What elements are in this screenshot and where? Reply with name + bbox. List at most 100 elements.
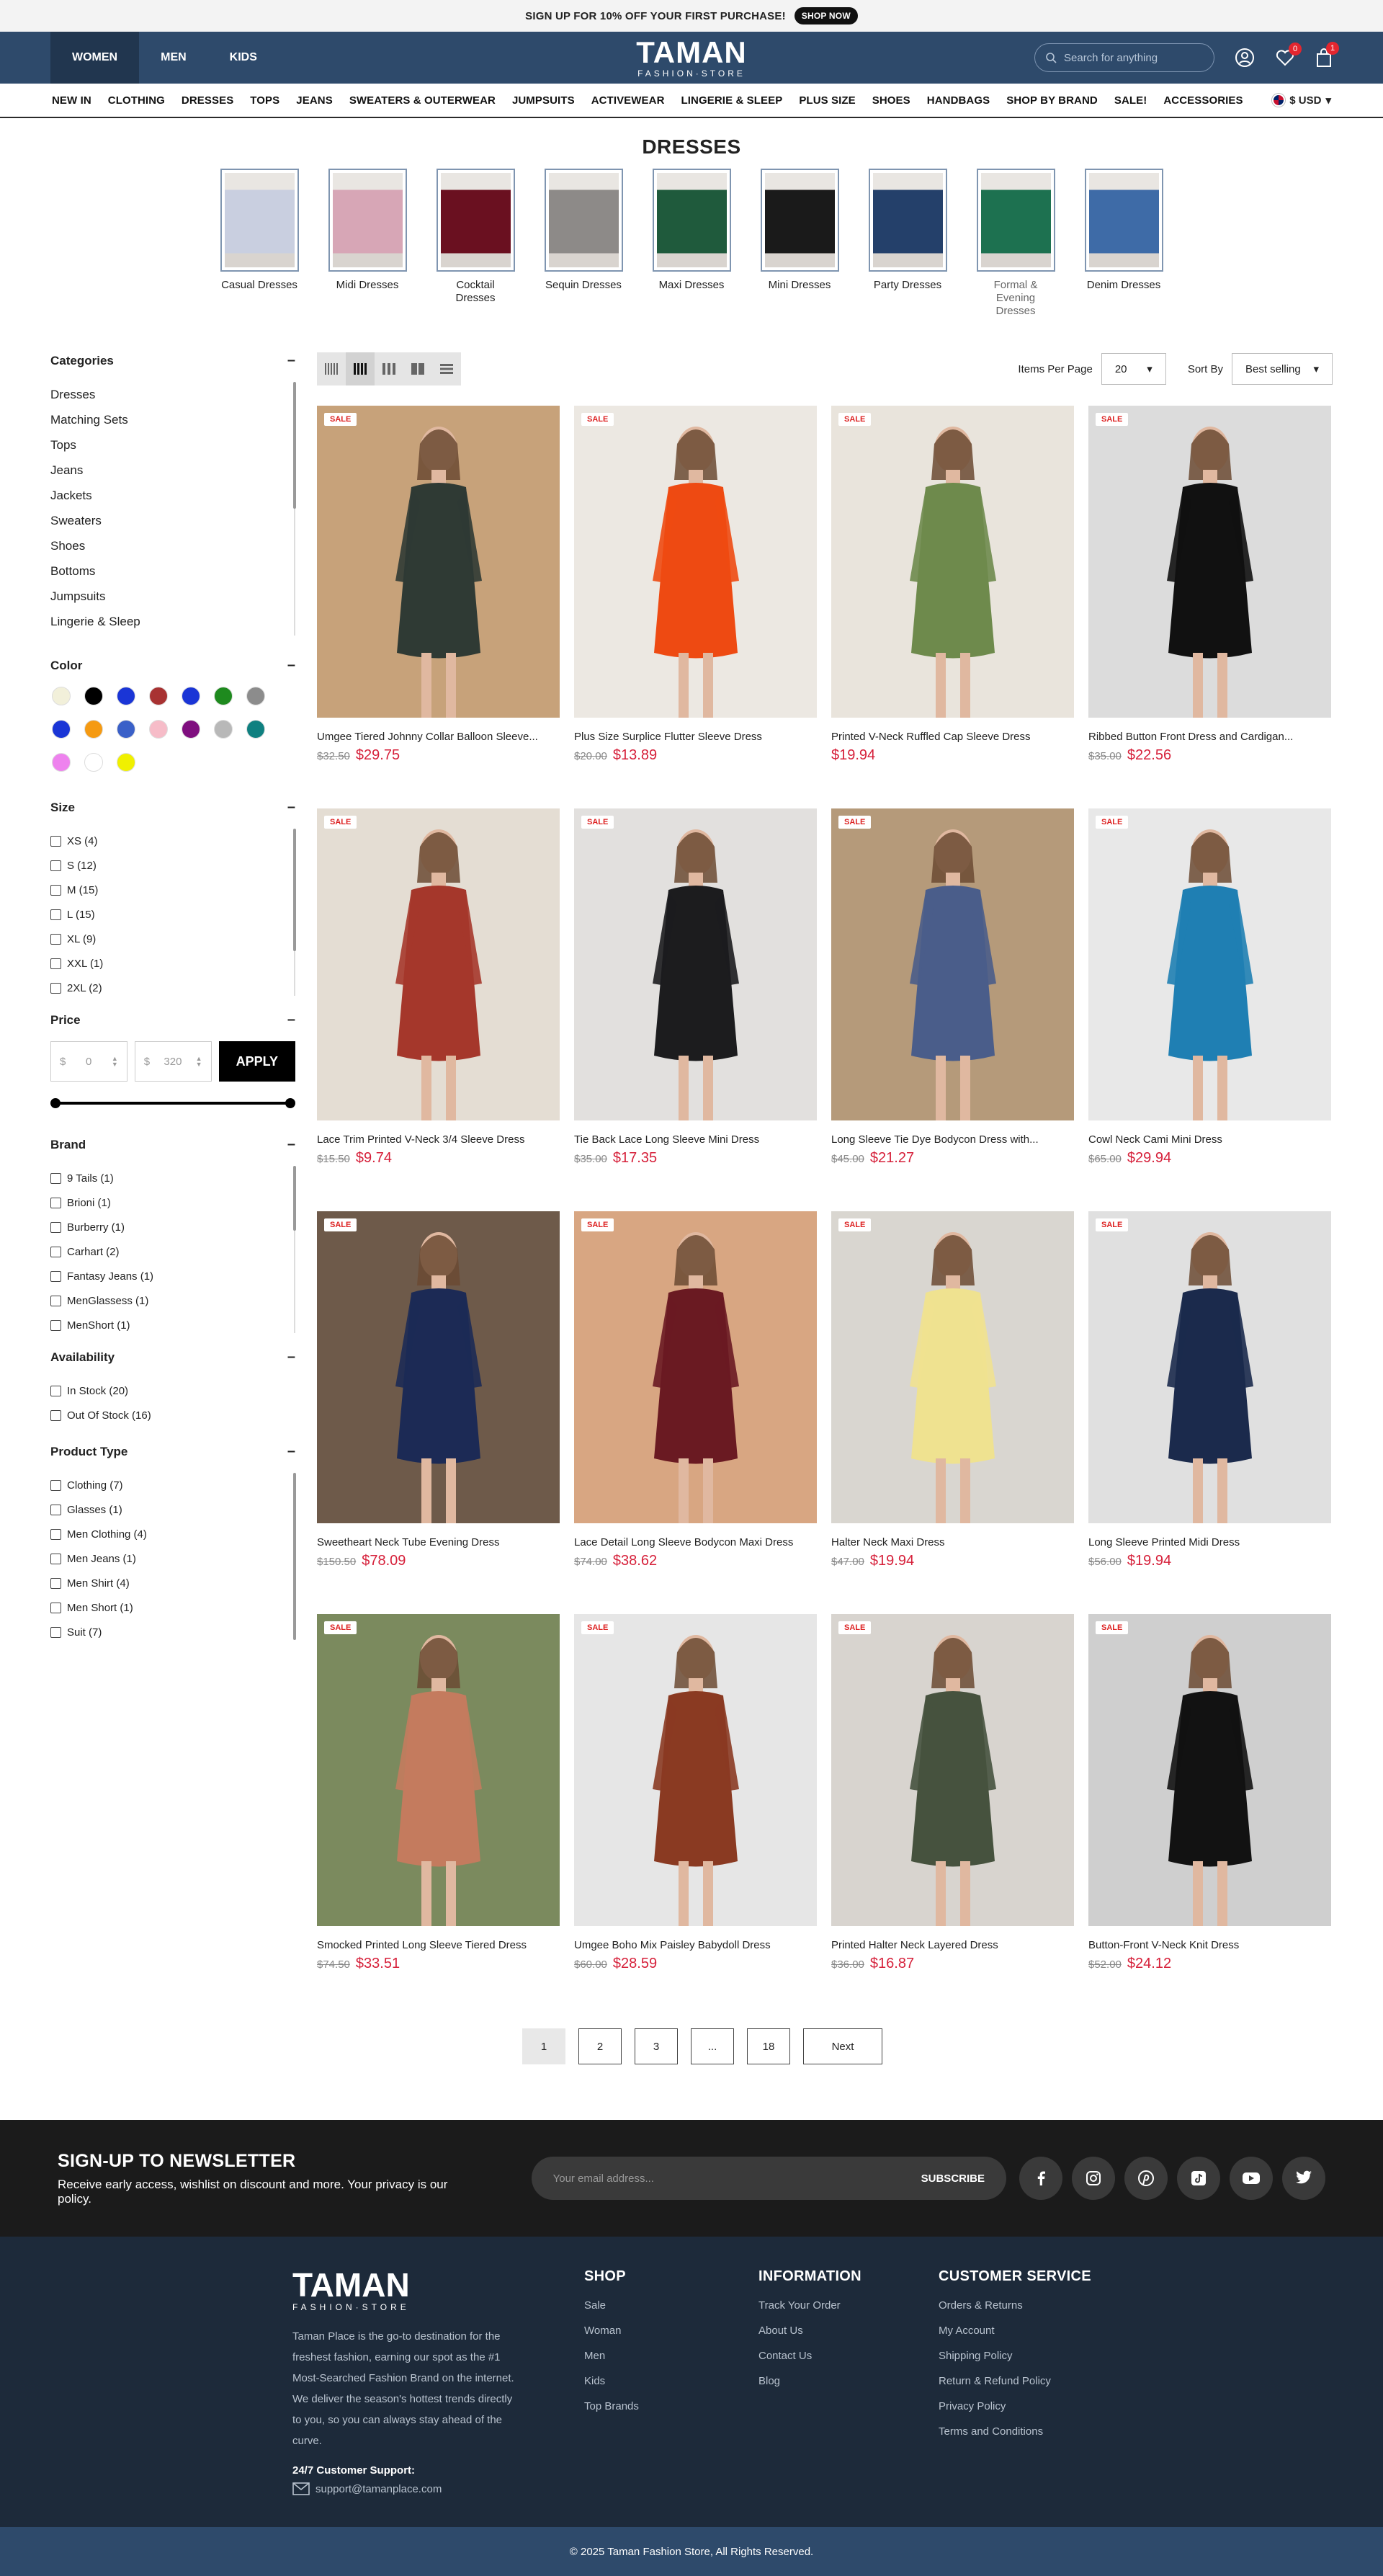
category-filter-item[interactable]: Matching Sets <box>50 407 294 432</box>
category-filter-item[interactable]: Bottoms <box>50 558 294 584</box>
page-2-button[interactable]: 2 <box>578 2028 622 2064</box>
brand-option[interactable]: MenGlassess (1) <box>50 1288 294 1313</box>
twitter-icon[interactable] <box>1282 2157 1325 2200</box>
page-3-button[interactable]: 3 <box>635 2028 678 2064</box>
nav-item[interactable]: NEW IN <box>52 94 91 107</box>
facebook-icon[interactable] <box>1019 2157 1062 2200</box>
category-thumbnail[interactable] <box>328 169 407 272</box>
product-card[interactable]: SALE Printed V-Neck Ruffled Cap Sleeve Dr… <box>831 406 1074 764</box>
checkbox[interactable] <box>50 1626 61 1638</box>
nav-item[interactable]: SWEATERS & OUTERWEAR <box>349 94 496 107</box>
category-card[interactable]: Sequin Dresses <box>544 169 623 318</box>
nav-item[interactable]: LINGERIE & SLEEP <box>681 94 783 107</box>
product-card[interactable]: SALE Long Sleeve Tie Dye Bodycon Dress wi… <box>831 808 1074 1167</box>
product-image[interactable]: SALE <box>574 406 817 718</box>
product-card[interactable]: SALE Umgee Tiered Johnny Collar Balloon S… <box>317 406 560 764</box>
product-card[interactable]: SALE Cowl Neck Cami Mini Dress $65.00 $29.9… <box>1088 808 1331 1167</box>
product-image[interactable]: SALE <box>1088 808 1331 1120</box>
footer-link[interactable]: Contact Us <box>758 2350 939 2362</box>
size-option[interactable]: S (12) <box>50 853 294 878</box>
next-page-button[interactable]: Next <box>803 2028 882 2064</box>
support-email-link[interactable]: support@tamanplace.com <box>292 2482 584 2495</box>
tab-kids[interactable]: KIDS <box>208 32 279 84</box>
checkbox[interactable] <box>50 1385 61 1396</box>
color-swatch[interactable] <box>117 687 135 705</box>
product-name[interactable]: Printed Halter Neck Layered Dress <box>831 1939 1074 1951</box>
product-image[interactable]: SALE <box>574 1211 817 1523</box>
category-thumbnail[interactable] <box>436 169 515 272</box>
product-card[interactable]: SALE Long Sleeve Printed Midi Dress $56.00… <box>1088 1211 1331 1569</box>
category-card[interactable]: Formal & Evening Dresses <box>976 169 1055 318</box>
product-image[interactable]: SALE <box>317 1614 560 1926</box>
color-swatch[interactable] <box>214 687 233 705</box>
color-swatch[interactable] <box>117 720 135 739</box>
product-card[interactable]: SALE Printed Halter Neck Layered Dress $36… <box>831 1614 1074 1972</box>
category-filter-item[interactable]: Sweaters <box>50 508 294 533</box>
color-swatch[interactable] <box>52 687 71 705</box>
product-image[interactable]: SALE <box>317 1211 560 1523</box>
brand-option[interactable]: Brioni (1) <box>50 1190 294 1215</box>
size-option[interactable]: L (15) <box>50 902 294 927</box>
nav-item[interactable]: TOPS <box>250 94 279 107</box>
category-thumbnail[interactable] <box>220 169 299 272</box>
color-swatch[interactable] <box>246 687 265 705</box>
checkbox[interactable] <box>50 1504 61 1515</box>
category-card[interactable]: Midi Dresses <box>328 169 407 318</box>
product-name[interactable]: Lace Trim Printed V-Neck 3/4 Sleeve Dres… <box>317 1133 560 1146</box>
product-name[interactable]: Printed V-Neck Ruffled Cap Sleeve Dress <box>831 731 1074 743</box>
checkbox[interactable] <box>50 1246 61 1257</box>
footer-link[interactable]: Blog <box>758 2375 939 2387</box>
product-name[interactable]: Sweetheart Neck Tube Evening Dress <box>317 1536 560 1548</box>
product-image[interactable]: SALE <box>1088 406 1331 718</box>
checkbox[interactable] <box>50 835 61 847</box>
color-swatch[interactable] <box>149 720 168 739</box>
product-type-option[interactable]: Clothing (7) <box>50 1473 294 1497</box>
color-swatch[interactable] <box>182 720 200 739</box>
product-card[interactable]: SALE Ribbed Button Front Dress and Cardig… <box>1088 406 1331 764</box>
page-18-button[interactable]: 18 <box>747 2028 790 2064</box>
size-option[interactable]: XL (9) <box>50 927 294 951</box>
checkbox[interactable] <box>50 1319 61 1331</box>
product-card[interactable]: SALE Sweetheart Neck Tube Evening Dress $1… <box>317 1211 560 1569</box>
product-name[interactable]: Plus Size Surplice Flutter Sleeve Dress <box>574 731 817 743</box>
scrollbar-thumb[interactable] <box>293 1166 296 1231</box>
availability-option[interactable]: Out Of Stock (16) <box>50 1403 295 1427</box>
cart-icon[interactable]: 1 <box>1315 42 1339 68</box>
footer-link[interactable]: Return & Refund Policy <box>939 2375 1119 2387</box>
footer-link[interactable]: Terms and Conditions <box>939 2425 1119 2438</box>
checkbox[interactable] <box>50 884 61 896</box>
product-name[interactable]: Tie Back Lace Long Sleeve Mini Dress <box>574 1133 817 1146</box>
collapse-icon[interactable]: – <box>287 657 295 674</box>
nav-item[interactable]: PLUS SIZE <box>799 94 855 107</box>
checkbox[interactable] <box>50 1172 61 1184</box>
nav-item[interactable]: SHOES <box>872 94 910 107</box>
account-icon[interactable] <box>1235 48 1255 68</box>
tab-men[interactable]: MEN <box>139 32 208 84</box>
footer-link[interactable]: Shipping Policy <box>939 2350 1119 2362</box>
youtube-icon[interactable] <box>1230 2157 1273 2200</box>
footer-link[interactable]: Woman <box>584 2325 758 2337</box>
product-name[interactable]: Smocked Printed Long Sleeve Tiered Dress <box>317 1939 560 1951</box>
category-card[interactable]: Denim Dresses <box>1084 169 1163 318</box>
footer-link[interactable]: Top Brands <box>584 2400 758 2412</box>
color-swatch[interactable] <box>182 687 200 705</box>
product-image[interactable]: SALE <box>831 406 1074 718</box>
items-per-page-select[interactable]: 20 ▾ <box>1101 353 1166 385</box>
size-option[interactable]: 2XL (2) <box>50 976 294 1000</box>
brand-option[interactable]: Carhart (2) <box>50 1239 294 1264</box>
category-card[interactable]: Party Dresses <box>868 169 947 318</box>
nav-item[interactable]: ACCESSORIES <box>1163 94 1243 107</box>
grid-3-view-icon[interactable] <box>375 352 403 385</box>
product-card[interactable]: SALE Tie Back Lace Long Sleeve Mini Dress… <box>574 808 817 1167</box>
product-name[interactable]: Long Sleeve Printed Midi Dress <box>1088 1536 1331 1548</box>
product-image[interactable]: SALE <box>1088 1211 1331 1523</box>
pinterest-icon[interactable] <box>1124 2157 1168 2200</box>
checkbox[interactable] <box>50 1270 61 1282</box>
category-card[interactable]: Mini Dresses <box>760 169 839 318</box>
footer-link[interactable]: Kids <box>584 2375 758 2387</box>
collapse-icon[interactable]: – <box>287 1136 295 1153</box>
collapse-icon[interactable]: – <box>287 352 295 369</box>
scrollbar-thumb[interactable] <box>293 1473 296 1640</box>
tiktok-icon[interactable] <box>1177 2157 1220 2200</box>
product-name[interactable]: Ribbed Button Front Dress and Cardigan..… <box>1088 731 1331 743</box>
